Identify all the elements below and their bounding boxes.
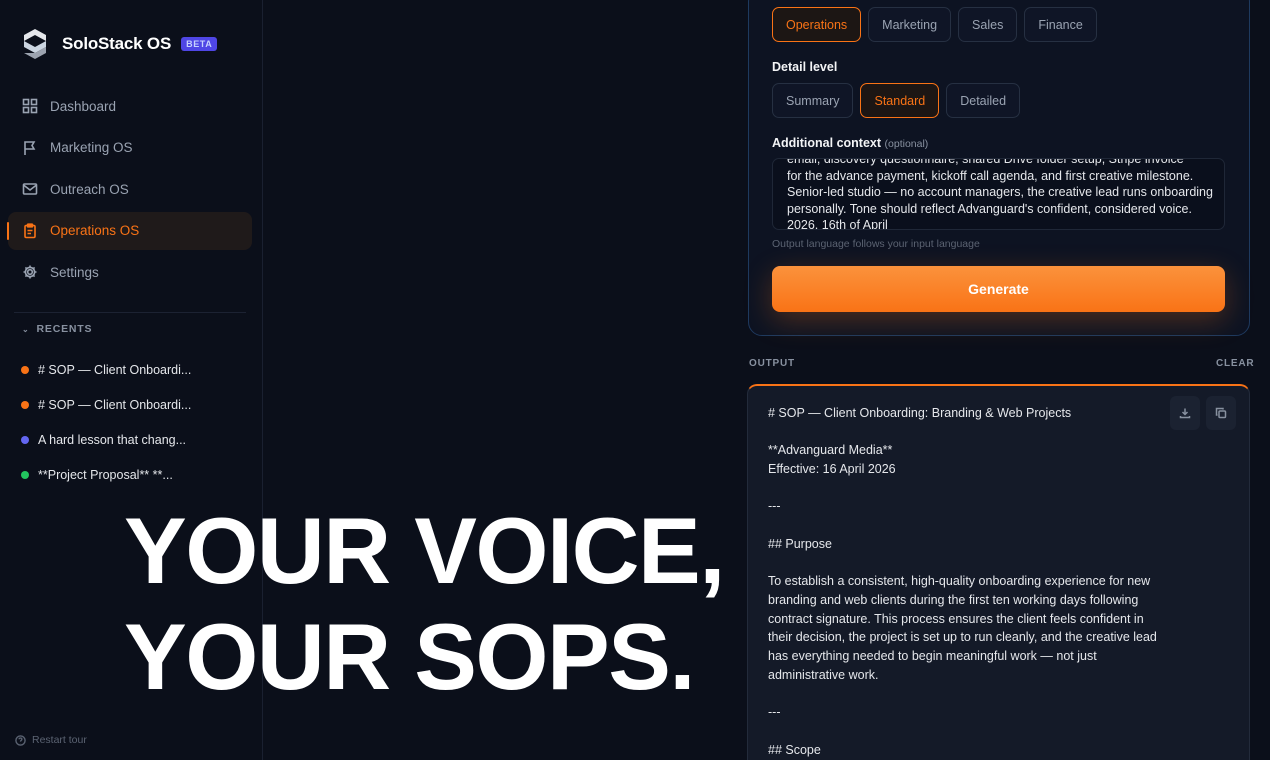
clear-button[interactable]: CLEAR — [1216, 358, 1254, 369]
headline-line-2: YOUR SOPS. — [124, 604, 696, 709]
download-button[interactable] — [1170, 396, 1200, 430]
additional-context-title: Additional context — [772, 136, 882, 150]
nav-item-marketing-os[interactable]: Marketing OS — [8, 129, 252, 167]
context-line: personally. Tone should reflect Advangua… — [787, 201, 1192, 216]
clipboard-icon — [24, 222, 36, 238]
download-icon — [1179, 408, 1191, 419]
additional-context-textarea[interactable]: email, discovery questionnaire, shared D… — [772, 158, 1225, 230]
sidebar-divider — [14, 312, 246, 313]
status-dot — [21, 470, 29, 479]
status-dot — [21, 365, 29, 374]
output-content: # SOP — Client Onboarding: Branding & We… — [768, 404, 1168, 760]
nav-item-label: Dashboard — [50, 98, 117, 114]
recent-item[interactable]: # SOP — Client Onboardi... — [21, 387, 241, 422]
help-icon — [15, 734, 26, 746]
chevron-down-icon: ⌄ — [22, 324, 30, 334]
output-block: ## Scope — [768, 742, 821, 757]
status-dot — [21, 435, 29, 444]
output-block: To establish a consistent, high-quality … — [768, 574, 1157, 682]
optional-tag: (optional) — [884, 138, 929, 150]
context-line: email, discovery questionnaire, shared D… — [787, 158, 1184, 166]
copy-icon — [1215, 407, 1227, 419]
nav-item-operations-os[interactable]: Operations OS — [7, 211, 252, 250]
context-text: email, discovery questionnaire, shared D… — [787, 158, 1217, 230]
gear-icon — [23, 265, 37, 279]
copy-button[interactable] — [1206, 396, 1236, 430]
language-hint: Output language follows your input langu… — [772, 238, 980, 250]
nav-item-label: Settings — [50, 264, 99, 280]
recent-item[interactable]: # SOP — Client Onboardi... — [21, 352, 241, 387]
output-panel: # SOP — Client Onboarding: Branding & We… — [747, 384, 1250, 760]
additional-context-label: Additional context (optional) — [772, 136, 928, 150]
context-line: Senior-led studio — no account managers,… — [787, 185, 1213, 200]
beta-badge: BETA — [181, 37, 218, 51]
detail-chip-summary[interactable]: Summary — [772, 83, 854, 118]
status-dot — [21, 400, 29, 409]
restart-tour-button[interactable]: Restart tour — [15, 734, 87, 746]
logo-icon — [24, 29, 46, 59]
nav-item-label: Operations OS — [50, 223, 140, 238]
department-chip-operations[interactable]: Operations — [772, 7, 862, 42]
output-block: # SOP — Client Onboarding: Branding & We… — [768, 406, 1072, 420]
nav-item-outreach-os[interactable]: Outreach OS — [8, 170, 252, 208]
nav-item-label: Marketing OS — [50, 140, 133, 155]
headline-line-1: YOUR VOICE, — [124, 498, 725, 603]
recent-item-label: **Project Proposal** **... — [38, 467, 173, 482]
department-selector: Operations Marketing Sales Finance — [772, 7, 1097, 42]
flag-icon — [24, 140, 36, 155]
context-line: 2026, 16th of April — [787, 218, 888, 230]
output-block: --- — [768, 705, 781, 720]
nav-item-settings[interactable]: Settings — [8, 253, 252, 291]
recent-item-label: A hard lesson that chang... — [38, 432, 187, 447]
department-chip-sales[interactable]: Sales — [958, 7, 1018, 42]
detail-chip-standard[interactable]: Standard — [860, 83, 940, 118]
main-nav: Dashboard Marketing OS Outreach OS Opera… — [7, 87, 252, 295]
recents-list: # SOP — Client Onboardi... # SOP — Clien… — [21, 352, 241, 492]
output-block: **Advanguard Media** Effective: 16 April… — [768, 443, 896, 477]
department-chip-finance[interactable]: Finance — [1024, 7, 1097, 42]
recent-item[interactable]: A hard lesson that chang... — [21, 422, 241, 457]
nav-item-dashboard[interactable]: Dashboard — [8, 87, 252, 125]
nav-item-label: Outreach OS — [50, 181, 129, 197]
recent-item[interactable]: **Project Proposal** **... — [21, 457, 241, 492]
output-block: ## Purpose — [768, 536, 832, 551]
brand[interactable]: SoloStack OS BETA — [22, 28, 218, 60]
context-line: for the advance payment, kickoff call ag… — [787, 168, 1194, 183]
recents-toggle[interactable]: ⌄ RECENTS — [22, 323, 92, 335]
brand-name: SoloStack OS — [62, 34, 172, 53]
detail-chip-detailed[interactable]: Detailed — [946, 83, 1021, 118]
detail-level-label: Detail level — [772, 60, 838, 74]
output-label: OUTPUT — [749, 358, 795, 369]
grid-icon — [22, 98, 38, 114]
output-block: --- — [768, 499, 781, 514]
recents-heading: RECENTS — [36, 323, 93, 335]
restart-tour-label: Restart tour — [32, 734, 87, 746]
recent-item-label: # SOP — Client Onboardi... — [38, 397, 192, 412]
promo-headline: YOUR VOICE, YOUR SOPS. — [124, 498, 725, 710]
department-chip-marketing[interactable]: Marketing — [868, 7, 952, 42]
mail-icon — [22, 183, 38, 195]
detail-level-selector: Summary Standard Detailed — [772, 83, 1021, 118]
recent-item-label: # SOP — Client Onboardi... — [38, 362, 192, 377]
generate-button[interactable]: Generate — [772, 266, 1225, 312]
